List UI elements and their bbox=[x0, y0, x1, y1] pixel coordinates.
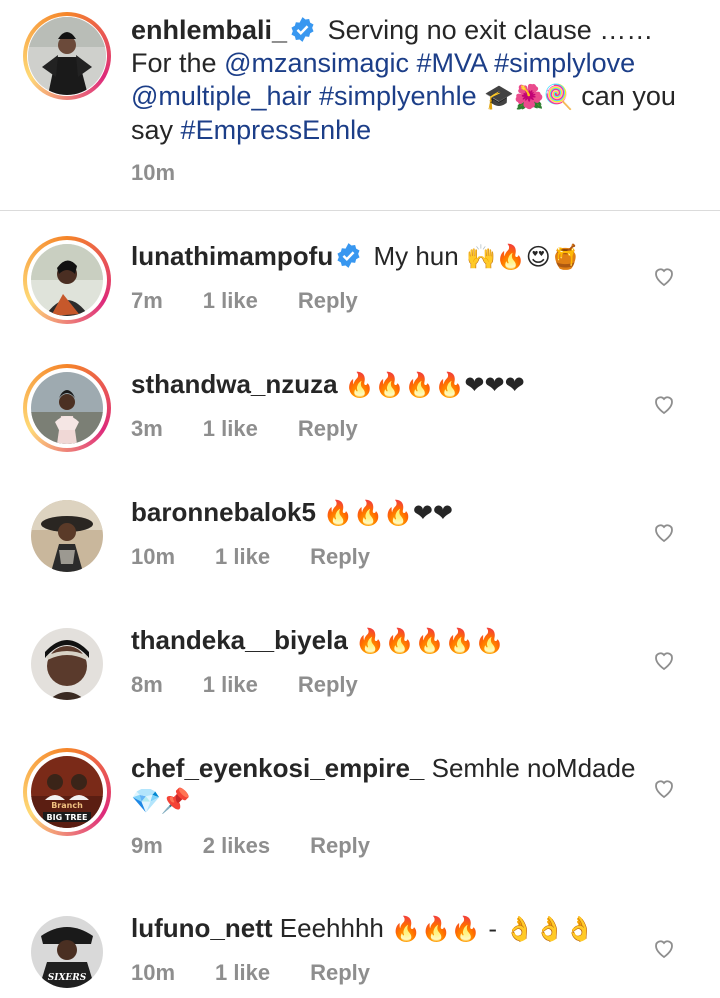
verified-icon bbox=[289, 16, 316, 43]
mention-multiple-hair[interactable]: @multiple_hair bbox=[131, 81, 311, 111]
reply-button[interactable]: Reply bbox=[298, 672, 358, 697]
reply-button[interactable]: Reply bbox=[310, 833, 370, 858]
like-heart-icon[interactable] bbox=[652, 392, 676, 416]
comment-text: thandeka__biyela 🔥🔥🔥🔥🔥 bbox=[131, 624, 641, 657]
comment-username[interactable]: lufuno_nett bbox=[131, 913, 273, 943]
like-count[interactable]: 1 like bbox=[203, 672, 258, 697]
comment-body: Eeehhhh bbox=[279, 913, 384, 943]
reply-button[interactable]: Reply bbox=[310, 960, 370, 985]
comment-text: lunathimampofu My hun 🙌🔥😍🍯 bbox=[131, 240, 641, 273]
avatar[interactable] bbox=[23, 492, 111, 580]
mention-mzansimagic[interactable]: @mzansimagic bbox=[224, 48, 409, 78]
caption-avatar[interactable] bbox=[23, 12, 111, 100]
like-count[interactable]: 1 like bbox=[215, 960, 270, 985]
avatar[interactable] bbox=[23, 364, 111, 452]
comment-emojis: 🔥🔥🔥🔥❤❤❤ bbox=[344, 371, 525, 399]
comment-meta: 9m 2 likes Reply bbox=[131, 833, 410, 859]
comment-emojis: 🔥🔥🔥❤❤ bbox=[323, 499, 454, 527]
divider bbox=[0, 210, 720, 211]
like-count[interactable]: 1 like bbox=[215, 544, 270, 569]
comment-emojis: 🔥🔥🔥 - 👌👌👌 bbox=[391, 915, 595, 943]
comment-timestamp: 9m bbox=[131, 833, 163, 858]
like-heart-icon[interactable] bbox=[652, 520, 676, 544]
avatar[interactable] bbox=[23, 236, 111, 324]
comment-username[interactable]: chef_eyenkosi_empire_ bbox=[131, 753, 424, 783]
comment-timestamp: 10m bbox=[131, 544, 176, 569]
caption-text: enhlembali_ Serving no exit clause ……For… bbox=[131, 14, 691, 147]
reply-button[interactable]: Reply bbox=[310, 544, 370, 569]
comment-meta: 8m 1 like Reply bbox=[131, 672, 398, 698]
comment-username[interactable]: sthandwa_nzuza bbox=[131, 369, 338, 399]
comment-username[interactable]: thandeka__biyela bbox=[131, 625, 348, 655]
comment-text: baronnebalok5 🔥🔥🔥❤❤ bbox=[131, 496, 641, 529]
caption-username[interactable]: enhlembali_ bbox=[131, 15, 287, 45]
comment-timestamp: 8m bbox=[131, 672, 163, 697]
comment-timestamp: 7m bbox=[131, 288, 163, 313]
like-count[interactable]: 1 like bbox=[203, 416, 258, 441]
avatar[interactable] bbox=[23, 620, 111, 708]
comment-username[interactable]: baronnebalok5 bbox=[131, 497, 316, 527]
comment-body: Semhle noMdade bbox=[431, 753, 636, 783]
comment-timestamp: 3m bbox=[131, 416, 163, 441]
caption-emojis: 🎓🌺🍭 bbox=[484, 83, 574, 111]
hashtag-empressenhle[interactable]: #EmpressEnhle bbox=[181, 115, 372, 145]
caption-meta: 10m bbox=[131, 160, 215, 186]
avatar[interactable]: Branch BIG TREE bbox=[23, 748, 111, 836]
like-count[interactable]: 2 likes bbox=[203, 833, 270, 858]
comment-emojis: 💎📌 bbox=[131, 787, 191, 815]
comment-meta: 10m 1 like Reply bbox=[131, 544, 410, 570]
like-count[interactable]: 1 like bbox=[203, 288, 258, 313]
comment-text: sthandwa_nzuza 🔥🔥🔥🔥❤❤❤ bbox=[131, 368, 641, 401]
like-heart-icon[interactable] bbox=[652, 776, 676, 800]
like-heart-icon[interactable] bbox=[652, 648, 676, 672]
like-heart-icon[interactable] bbox=[652, 936, 676, 960]
hashtag-mva[interactable]: #MVA bbox=[417, 48, 487, 78]
hashtag-simplylove[interactable]: #simplylove bbox=[494, 48, 635, 78]
caption-timestamp: 10m bbox=[131, 160, 176, 185]
avatar-text-sixers: SIXERS bbox=[48, 973, 87, 983]
comment-text: lufuno_nett Eeehhhh 🔥🔥🔥 - 👌👌👌 bbox=[131, 912, 641, 945]
avatar-text-branch: Branch bbox=[51, 801, 83, 810]
comment-body: My hun bbox=[373, 241, 459, 271]
comment-timestamp: 10m bbox=[131, 960, 176, 985]
comment-text: chef_eyenkosi_empire_ Semhle noMdade 💎📌 bbox=[131, 752, 641, 817]
reply-button[interactable]: Reply bbox=[298, 288, 358, 313]
comment-emojis: 🙌🔥😍🍯 bbox=[465, 243, 581, 271]
comment-meta: 3m 1 like Reply bbox=[131, 416, 398, 442]
comment-username[interactable]: lunathimampofu bbox=[131, 241, 333, 271]
avatar-text-bigtree: BIG TREE bbox=[47, 813, 88, 822]
avatar[interactable]: SIXERS bbox=[23, 908, 111, 996]
comment-meta: 10m 1 like Reply bbox=[131, 960, 410, 986]
verified-icon bbox=[335, 242, 362, 269]
hashtag-simplyenhle[interactable]: #simplyenhle bbox=[319, 81, 477, 111]
comment-emojis: 🔥🔥🔥🔥🔥 bbox=[355, 627, 505, 655]
like-heart-icon[interactable] bbox=[652, 264, 676, 288]
reply-button[interactable]: Reply bbox=[298, 416, 358, 441]
comment-meta: 7m 1 like Reply bbox=[131, 288, 398, 314]
